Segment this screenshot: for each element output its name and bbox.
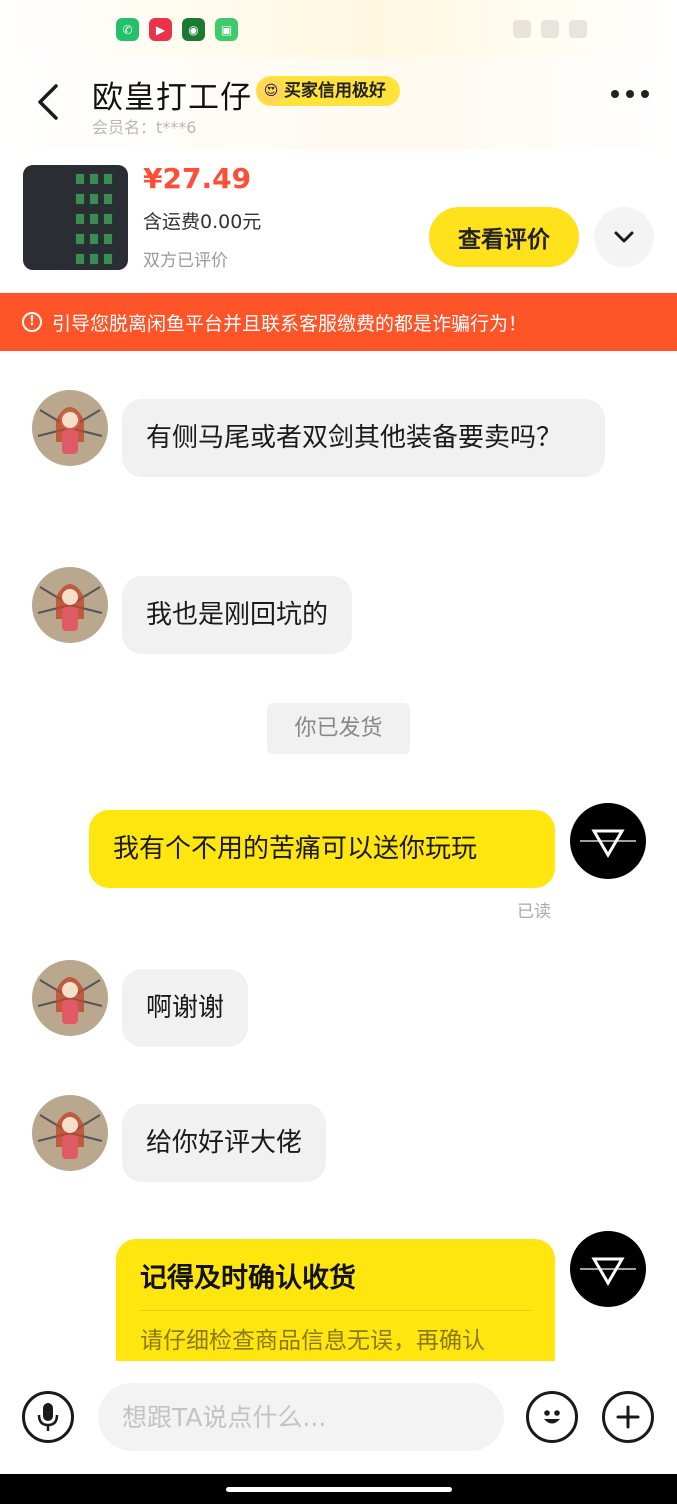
message-input-bar bbox=[0, 1361, 677, 1474]
partner-avatar[interactable] bbox=[32, 960, 108, 1036]
thumb-cell bbox=[75, 173, 85, 185]
my-avatar[interactable] bbox=[570, 1231, 646, 1307]
game-app-icon: ◉ bbox=[182, 18, 205, 41]
girl-avatar-icon bbox=[37, 584, 103, 631]
credit-badge-label: 买家信用极好 bbox=[284, 81, 386, 101]
thumb-cell bbox=[89, 213, 99, 225]
shipping-fee: 含运费0.00元 bbox=[143, 211, 262, 233]
more-dot-icon bbox=[641, 90, 649, 98]
thumb-cell bbox=[103, 233, 113, 245]
thumb-row bbox=[75, 173, 128, 185]
thumb-cell bbox=[75, 253, 85, 265]
credit-badge: 😍 买家信用极好 bbox=[256, 76, 400, 106]
reminder-card-divider bbox=[140, 1310, 531, 1311]
signal-icon bbox=[513, 20, 531, 38]
back-button[interactable] bbox=[30, 80, 66, 124]
thumb-cell bbox=[89, 233, 99, 245]
message-bubble-incoming[interactable]: 啊谢谢 bbox=[122, 969, 249, 1047]
chevron-left-icon bbox=[38, 84, 58, 120]
girl-avatar-icon bbox=[37, 1112, 103, 1159]
home-indicator[interactable] bbox=[226, 1487, 452, 1492]
system-message: 你已发货 bbox=[267, 703, 410, 754]
thumb-cell bbox=[103, 193, 113, 205]
chat-partner-name: 欧皇打工仔 bbox=[92, 80, 252, 116]
girl-avatar-icon bbox=[37, 407, 103, 454]
wifi-icon bbox=[541, 20, 559, 38]
read-receipt: 已读 bbox=[517, 902, 551, 922]
member-name: 会员名：t***6 bbox=[92, 118, 197, 137]
thumb-cell bbox=[103, 173, 113, 185]
emoji-button[interactable] bbox=[526, 1391, 578, 1443]
video-app-icon: ▶ bbox=[149, 18, 172, 41]
fraud-warning-text: 引导您脱离闲鱼平台并且联系客服缴费的都是诈骗行为！ bbox=[52, 312, 528, 335]
battery-icon bbox=[569, 20, 587, 38]
partner-avatar[interactable] bbox=[32, 567, 108, 643]
system-navigation-bar bbox=[0, 1474, 677, 1504]
reminder-card-body: 请仔细检查商品信息无误，再确认 bbox=[140, 1328, 485, 1354]
more-options-button[interactable] bbox=[611, 90, 649, 98]
fraud-warning-banner: ! 引导您脱离闲鱼平台并且联系客服缴费的都是诈骗行为！ bbox=[0, 293, 677, 351]
thumb-row bbox=[75, 213, 128, 225]
thumb-row bbox=[75, 253, 128, 265]
plus-icon bbox=[616, 1405, 640, 1429]
thumb-cell bbox=[89, 173, 99, 185]
message-bubble-incoming[interactable]: 我也是刚回坑的 bbox=[122, 576, 353, 654]
message-bubble-incoming[interactable]: 有侧马尾或者双剑其他装备要卖吗？ bbox=[122, 399, 605, 477]
message-bubble-incoming[interactable]: 给你好评大佬 bbox=[122, 1104, 327, 1182]
message-input[interactable] bbox=[98, 1383, 504, 1451]
partner-avatar[interactable] bbox=[32, 390, 108, 466]
product-price: ¥27.49 bbox=[143, 162, 252, 195]
thumb-row bbox=[75, 193, 128, 205]
view-review-button[interactable]: 查看评价 bbox=[429, 207, 579, 267]
thumb-cell bbox=[103, 213, 113, 225]
thumb-cell bbox=[89, 253, 99, 265]
my-avatar[interactable] bbox=[570, 803, 646, 879]
reminder-card-title: 记得及时确认收货 bbox=[140, 1263, 356, 1294]
dreamcast-logo-icon bbox=[580, 1257, 636, 1286]
smiley-icon: 😍 bbox=[258, 78, 284, 104]
thumb-row bbox=[75, 233, 128, 245]
product-card: ¥27.49 含运费0.00元 双方已评价 查看评价 bbox=[0, 150, 677, 293]
thumb-cell bbox=[75, 213, 85, 225]
confirm-receipt-reminder-card[interactable]: 记得及时确认收货 请仔细检查商品信息无误，再确认 bbox=[116, 1239, 555, 1361]
add-attachment-button[interactable] bbox=[602, 1391, 654, 1443]
more-dot-icon bbox=[626, 90, 634, 98]
warning-icon: ! bbox=[22, 312, 42, 332]
more-dot-icon bbox=[611, 90, 619, 98]
microphone-icon bbox=[37, 1403, 59, 1431]
smiley-face-icon bbox=[544, 1410, 560, 1424]
dreamcast-logo-icon bbox=[580, 829, 636, 858]
thumb-cell bbox=[89, 193, 99, 205]
evaluation-status: 双方已评价 bbox=[143, 251, 228, 271]
thumb-cell bbox=[75, 193, 85, 205]
thumb-cell bbox=[75, 233, 85, 245]
status-bar: ✆ ▶ ◉ ▣ bbox=[0, 0, 677, 58]
store-app-icon: ▣ bbox=[215, 18, 238, 41]
voice-input-button[interactable] bbox=[22, 1391, 74, 1443]
thumb-cell bbox=[103, 253, 113, 265]
partner-avatar[interactable] bbox=[32, 1095, 108, 1171]
chat-header: 欧皇打工仔 😍 买家信用极好 会员名：t***6 bbox=[0, 58, 677, 150]
expand-button[interactable] bbox=[594, 207, 654, 267]
status-bar-apps: ✆ ▶ ◉ ▣ bbox=[116, 18, 238, 41]
product-thumbnail[interactable] bbox=[23, 165, 128, 270]
girl-avatar-icon bbox=[37, 977, 103, 1024]
phone-app-icon: ✆ bbox=[116, 18, 139, 41]
status-indicators bbox=[513, 20, 587, 38]
message-bubble-outgoing[interactable]: 我有个不用的苦痛可以送你玩玩 bbox=[89, 810, 555, 888]
chevron-down-icon bbox=[614, 231, 634, 243]
